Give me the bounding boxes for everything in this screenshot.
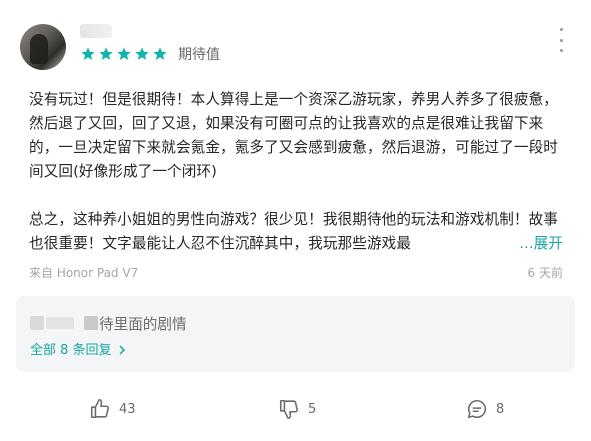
all-replies-label: 全部 8 条回复 (30, 343, 112, 358)
like-count: 43 (119, 401, 136, 417)
avatar[interactable] (20, 24, 66, 70)
expand-link[interactable]: ...展开 (517, 232, 563, 256)
action-bar: 43 5 8 (0, 394, 591, 424)
review-paragraph-1: 没有玩过！但是很期待！本人算得上是一个资深乙游玩家，养男人养多了很疲惫，然后退了… (29, 91, 558, 180)
dislike-button[interactable]: 5 (278, 394, 316, 424)
dislike-count: 5 (308, 401, 317, 417)
reply-author-redacted (30, 316, 44, 330)
review-header: 期待值 (20, 20, 571, 72)
star-icon (99, 47, 113, 60)
review-paragraph-2-text: 总之，这种养小姐姐的男性向游戏？很少见！我很期待他的玩法和游戏机制！故事也很重要… (29, 211, 558, 252)
star-icon (135, 47, 149, 60)
thumbs-down-icon (279, 399, 298, 419)
star-icon (117, 47, 131, 60)
star-icon (81, 47, 95, 60)
thumbs-up-icon (90, 399, 109, 419)
reply-preview[interactable]: 待里面的剧情 全部 8 条回复 (16, 296, 575, 372)
like-button[interactable]: 43 (89, 394, 136, 424)
rating-stars: 期待值 (80, 43, 220, 65)
device-label: 来自 Honor Pad V7 (29, 266, 139, 280)
review-meta: 来自 Honor Pad V7 6 天前 (29, 264, 563, 282)
reply-author-redacted (46, 317, 74, 329)
comment-button[interactable]: 8 (466, 394, 504, 424)
comment-icon (467, 399, 487, 419)
comment-count: 8 (496, 401, 505, 417)
rating-label: 期待值 (178, 47, 220, 63)
reply-item: 待里面的剧情 (30, 312, 187, 334)
review-paragraph-2: 总之，这种养小姐姐的男性向游戏？很少见！我很期待他的玩法和游戏机制！故事也很重要… (29, 208, 569, 256)
chevron-right-icon (119, 345, 125, 355)
post-time: 6 天前 (527, 266, 563, 280)
all-replies-link[interactable]: 全部 8 条回复 (30, 339, 126, 358)
reply-text: 待里面的剧情 (99, 315, 187, 333)
text-fade (481, 232, 517, 256)
reply-text-redacted (84, 316, 98, 330)
review-body[interactable]: 没有玩过！但是很期待！本人算得上是一个资深乙游玩家，养男人养多了很疲惫，然后退了… (29, 88, 569, 256)
username-redacted[interactable] (80, 24, 112, 38)
star-icon (153, 47, 167, 60)
more-options-icon[interactable] (555, 28, 567, 52)
